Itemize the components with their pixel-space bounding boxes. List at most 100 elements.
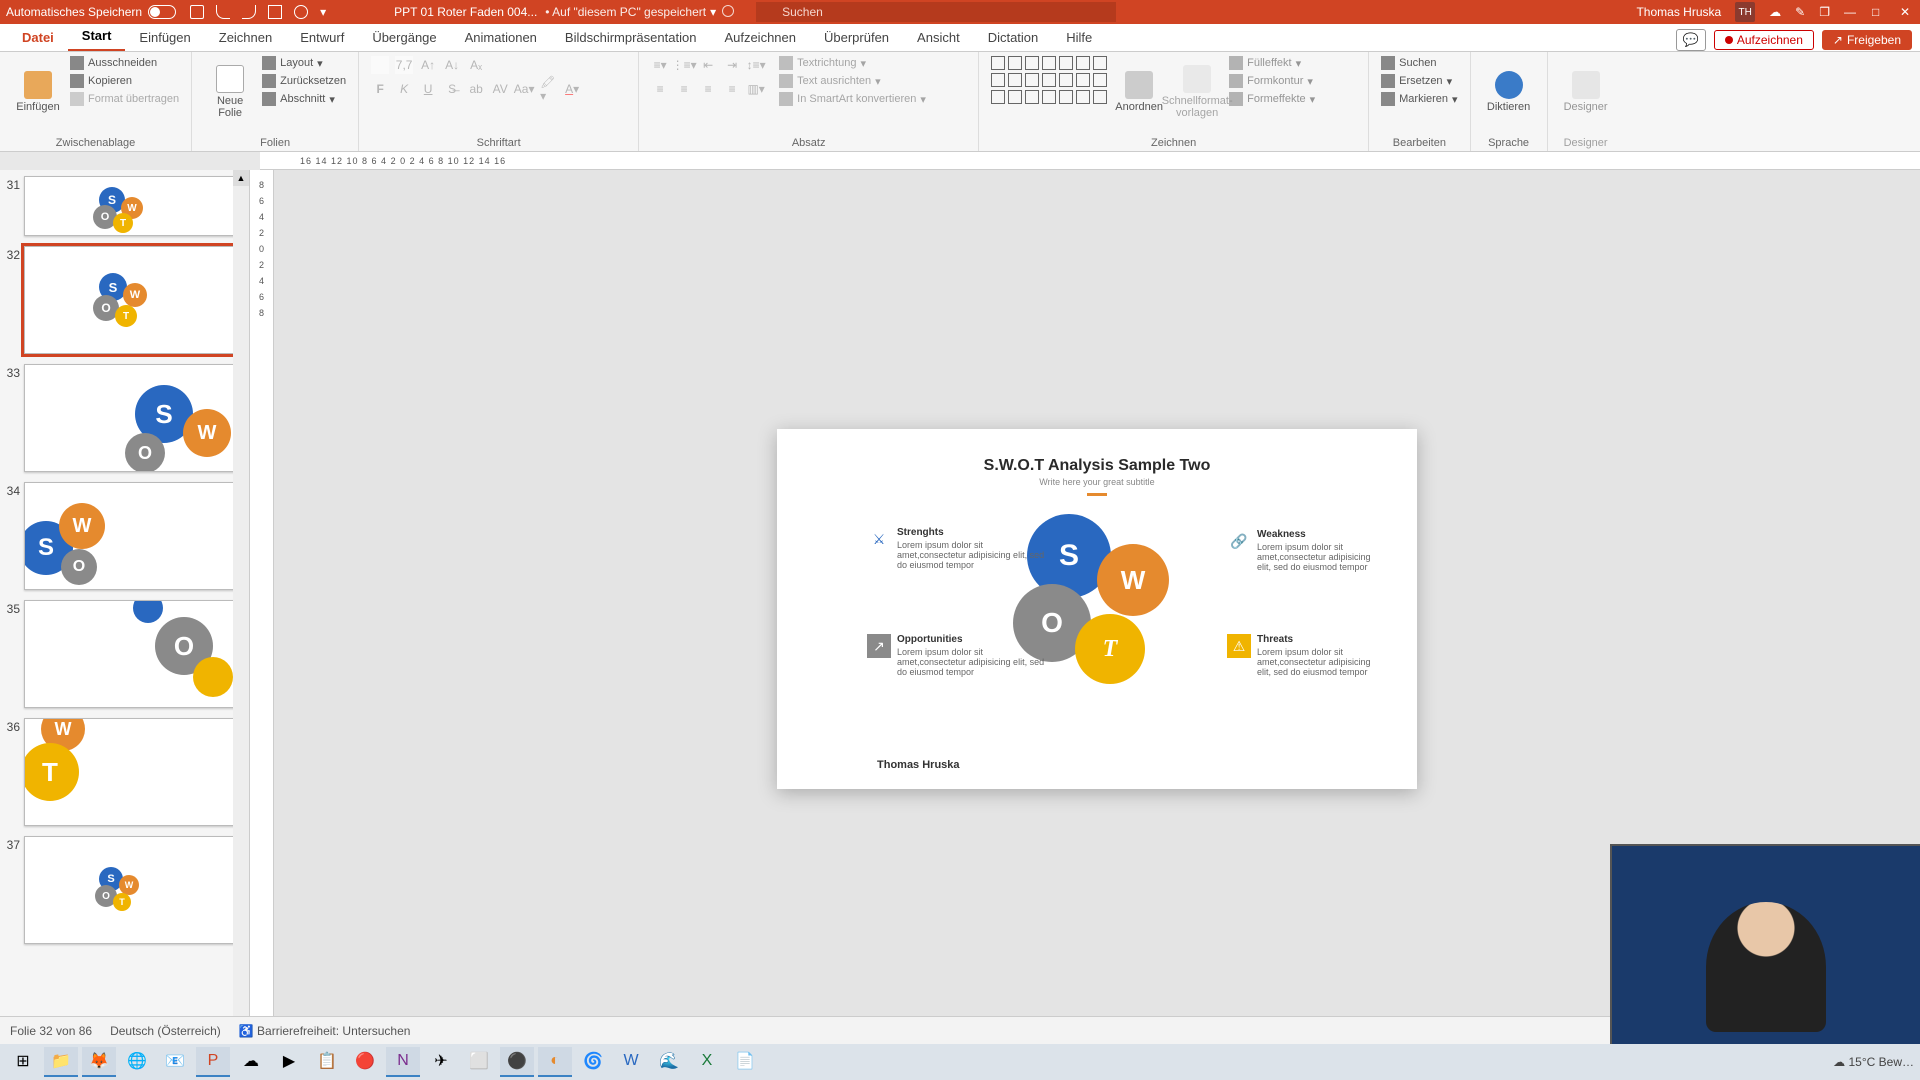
threats-circle[interactable]: T	[1075, 614, 1145, 684]
shrink-font-button[interactable]: A↓	[443, 56, 461, 74]
justify-button[interactable]: ≡	[723, 80, 741, 98]
record-button[interactable]: Aufzeichnen	[1714, 30, 1814, 50]
tab-start[interactable]: Start	[68, 22, 126, 51]
linespacing-button[interactable]: ↕≡▾	[747, 56, 765, 74]
taskbar-app2[interactable]: 📋	[310, 1047, 344, 1077]
paste-button[interactable]: Einfügen	[12, 56, 64, 128]
font-size-select[interactable]: 7,7	[395, 56, 413, 74]
tab-datei[interactable]: Datei	[8, 24, 68, 51]
saved-location[interactable]: • Auf "diesem PC" gespeichert	[545, 5, 706, 19]
taskbar-word[interactable]: W	[614, 1047, 648, 1077]
slide-subtitle[interactable]: Write here your great subtitle	[777, 477, 1417, 487]
taskbar-telegram[interactable]: ✈	[424, 1047, 458, 1077]
taskbar-excel[interactable]: X	[690, 1047, 724, 1077]
comments-icon[interactable]: 💬	[1676, 29, 1706, 51]
font-family-select[interactable]	[371, 56, 389, 74]
thumbnail-scrollbar[interactable]: ▲ ▼	[233, 170, 249, 1048]
tab-uebergaenge[interactable]: Übergänge	[358, 24, 450, 51]
arrange-button[interactable]: Anordnen	[1113, 56, 1165, 128]
tab-ansicht[interactable]: Ansicht	[903, 24, 974, 51]
slide-thumbnail[interactable]: 34 S W O	[2, 482, 243, 590]
close-icon[interactable]: ✕	[1900, 5, 1914, 19]
weakness-text[interactable]: 🔗WeaknessLorem ipsum dolor sit amet,cons…	[1257, 529, 1387, 572]
highlight-button[interactable]: 🖍▾	[539, 80, 557, 98]
start-button[interactable]: ⊞	[6, 1047, 40, 1077]
slide-thumbnail[interactable]: 36 W T	[2, 718, 243, 826]
strengths-text[interactable]: ⚔StrenghtsLorem ipsum dolor sit amet,con…	[897, 527, 1047, 570]
touch-icon[interactable]	[294, 5, 308, 19]
undo-icon[interactable]	[216, 5, 230, 19]
tab-praesentation[interactable]: Bildschirmpräsentation	[551, 24, 711, 51]
shape-fill-button[interactable]: Fülleffekt ▾	[1229, 56, 1315, 70]
accessibility-status[interactable]: ♿ Barrierefreiheit: Untersuchen	[239, 1024, 411, 1038]
scroll-up-icon[interactable]: ▲	[233, 170, 249, 186]
slide-title[interactable]: S.W.O.T Analysis Sample Two	[777, 429, 1417, 475]
slide-thumbnail[interactable]: 33 S W O	[2, 364, 243, 472]
find-button[interactable]: Suchen	[1381, 56, 1457, 70]
section-button[interactable]: Abschnitt ▾	[262, 92, 346, 106]
taskbar-app7[interactable]: 📄	[728, 1047, 762, 1077]
weakness-circle[interactable]: W	[1097, 544, 1169, 616]
taskbar-app3[interactable]: 🔴	[348, 1047, 382, 1077]
outdent-button[interactable]: ⇤	[699, 56, 717, 74]
shape-effects-button[interactable]: Formeffekte ▾	[1229, 92, 1315, 106]
smartart-button[interactable]: In SmartArt konvertieren ▾	[779, 92, 926, 106]
opportunities-text[interactable]: ↗OpportunitiesLorem ipsum dolor sit amet…	[897, 634, 1047, 677]
strike-button[interactable]: S̶	[443, 80, 461, 98]
cut-button[interactable]: Ausschneiden	[70, 56, 179, 70]
numbering-button[interactable]: ⋮≡▾	[675, 56, 693, 74]
user-avatar[interactable]: TH	[1735, 2, 1755, 22]
indent-button[interactable]: ⇥	[723, 56, 741, 74]
horizontal-ruler[interactable]: 16 14 12 10 8 6 4 2 0 2 4 6 8 10 12 14 1…	[260, 152, 1920, 170]
copy-button[interactable]: Kopieren	[70, 74, 179, 88]
slide-thumbnail[interactable]: 32 S W O T	[2, 246, 243, 354]
maximize-icon[interactable]: □	[1872, 5, 1886, 19]
tab-einfuegen[interactable]: Einfügen	[125, 24, 204, 51]
threats-text[interactable]: ⚠ThreatsLorem ipsum dolor sit amet,conse…	[1257, 634, 1387, 677]
taskbar-outlook[interactable]: 📧	[158, 1047, 192, 1077]
new-slide-button[interactable]: Neue Folie	[204, 56, 256, 128]
taskbar-app4[interactable]: ⬜	[462, 1047, 496, 1077]
qat-more-icon[interactable]: ▾	[320, 5, 334, 19]
columns-button[interactable]: ▥▾	[747, 80, 765, 98]
spacing-button[interactable]: AV	[491, 80, 509, 98]
tab-hilfe[interactable]: Hilfe	[1052, 24, 1106, 51]
slide[interactable]: S.W.O.T Analysis Sample Two Write here y…	[777, 429, 1417, 789]
window-mode-icon[interactable]: ❐	[1819, 5, 1830, 19]
tab-zeichnen[interactable]: Zeichnen	[205, 24, 286, 51]
share-button[interactable]: ↗Freigeben	[1822, 30, 1912, 50]
slide-author[interactable]: Thomas Hruska	[877, 759, 960, 771]
weather-widget[interactable]: ☁ 15°C Bew…	[1833, 1055, 1914, 1069]
taskbar-edge[interactable]: 🌊	[652, 1047, 686, 1077]
clear-format-button[interactable]: Aₓ	[467, 56, 485, 74]
underline-button[interactable]: U	[419, 80, 437, 98]
redo-icon[interactable]	[242, 5, 256, 19]
search-input[interactable]	[756, 2, 1116, 22]
tab-dictation[interactable]: Dictation	[974, 24, 1053, 51]
shape-outline-button[interactable]: Formkontur ▾	[1229, 74, 1315, 88]
tab-aufzeichnen[interactable]: Aufzeichnen	[710, 24, 810, 51]
taskbar-app5[interactable]: ◐	[538, 1047, 572, 1077]
taskbar-firefox[interactable]: 🦊	[82, 1047, 116, 1077]
slide-thumbnail[interactable]: 37 S W O T	[2, 836, 243, 944]
present-icon[interactable]	[268, 5, 282, 19]
cloud-icon[interactable]: ☁	[1769, 5, 1781, 19]
grow-font-button[interactable]: A↑	[419, 56, 437, 74]
tab-animationen[interactable]: Animationen	[451, 24, 551, 51]
reset-button[interactable]: Zurücksetzen	[262, 74, 346, 88]
tab-ueberpruefen[interactable]: Überprüfen	[810, 24, 903, 51]
case-button[interactable]: Aa▾	[515, 80, 533, 98]
select-button[interactable]: Markieren ▾	[1381, 92, 1457, 106]
format-painter-button[interactable]: Format übertragen	[70, 92, 179, 106]
slide-thumbnail[interactable]: 35 O	[2, 600, 243, 708]
designer-button[interactable]: Designer	[1560, 56, 1612, 128]
align-right-button[interactable]: ≡	[699, 80, 717, 98]
minimize-icon[interactable]: —	[1844, 5, 1858, 19]
quickstyles-button[interactable]: Schnellformat-vorlagen	[1171, 56, 1223, 128]
vertical-ruler[interactable]: 864202468	[250, 170, 274, 1048]
shadow-button[interactable]: ab	[467, 80, 485, 98]
bold-button[interactable]: F	[371, 80, 389, 98]
taskbar-app6[interactable]: 🌀	[576, 1047, 610, 1077]
taskbar-app[interactable]: ☁	[234, 1047, 268, 1077]
taskbar-obs[interactable]: ⚫	[500, 1047, 534, 1077]
